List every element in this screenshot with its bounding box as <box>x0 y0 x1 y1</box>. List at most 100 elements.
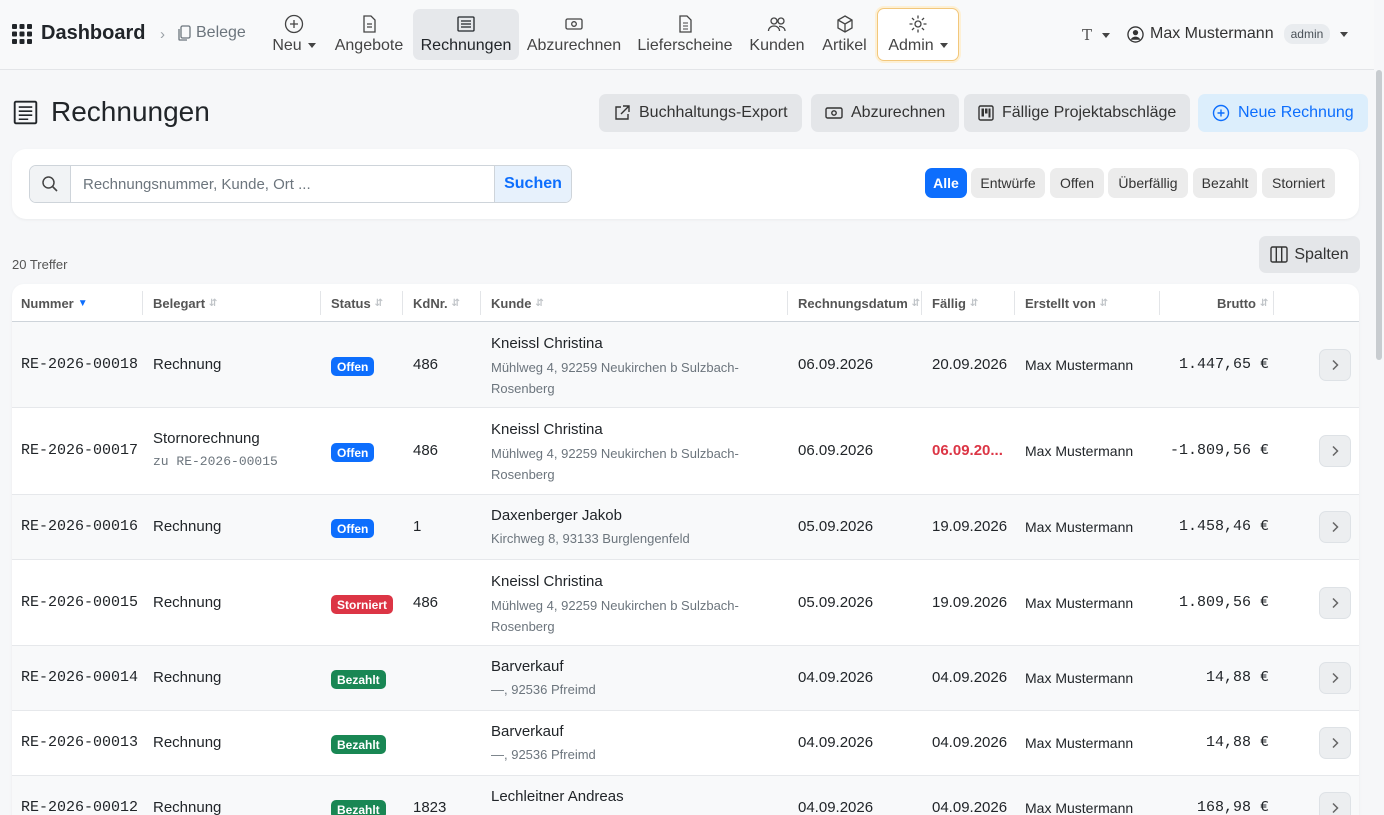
external-link-icon <box>615 105 630 120</box>
cell-erstellt: Max Mustermann <box>1025 595 1134 611</box>
row-open-button[interactable] <box>1319 662 1351 694</box>
nav-neu[interactable]: Neu <box>263 9 325 60</box>
column-divider <box>921 291 922 315</box>
header-erstellt-label: Erstellt von <box>1025 295 1096 311</box>
header-status[interactable]: Status ⇵ <box>331 284 383 322</box>
cell-nummer: RE-2026-00012 <box>21 799 139 815</box>
status-badge: Bezahlt <box>331 735 386 754</box>
header-brutto[interactable]: Brutto ⇵ <box>1217 284 1268 322</box>
row-open-button[interactable] <box>1319 792 1351 815</box>
chevron-right-icon <box>1332 445 1339 457</box>
table-row[interactable]: RE-2026-00013 Rechnung Bezahlt Barverkau… <box>12 711 1359 776</box>
cell-brutto: 1.458,46 € <box>1178 518 1269 535</box>
cell-belegart: Stornorechnung <box>153 430 260 447</box>
header-kdnr-label: KdNr. <box>413 295 448 311</box>
nav-angebote[interactable]: Angebote <box>329 9 409 60</box>
cell-faellig: 19.09.2026 <box>932 518 1008 535</box>
plus-circle-icon <box>1212 104 1230 122</box>
table-row[interactable]: RE-2026-00017 Stornorechnung zu RE-2026-… <box>12 408 1359 495</box>
document-copy-icon <box>178 25 191 41</box>
brand-link[interactable]: Dashboard <box>12 22 145 45</box>
caret-down-icon <box>939 43 948 49</box>
nav-abzurechnen-label: Abzurechnen <box>526 37 622 54</box>
receipt-icon <box>457 16 475 32</box>
cell-kdnr: 1823 <box>413 799 447 815</box>
header-datum[interactable]: Rechnungsdatum ⇵ <box>798 284 920 322</box>
cell-kdnr: 486 <box>413 442 439 459</box>
header-kunde-label: Kunde <box>491 295 532 311</box>
filter-alle[interactable]: Alle <box>925 168 967 198</box>
table-row[interactable]: RE-2026-00016 Rechnung Offen 1 Daxenberg… <box>12 495 1359 560</box>
cell-datum: 04.09.2026 <box>798 734 874 751</box>
cell-nummer: RE-2026-00013 <box>21 734 139 751</box>
column-divider <box>320 291 321 315</box>
cell-nummer: RE-2026-00017 <box>21 442 139 459</box>
nav-kunden[interactable]: Kunden <box>744 9 810 60</box>
table-row[interactable]: RE-2026-00015 Rechnung Storniert 486 Kne… <box>12 560 1359 646</box>
nav-lieferscheine-label: Lieferscheine <box>637 37 733 54</box>
faellige-button-label: Fällige Projektabschläge <box>1002 104 1177 121</box>
cell-brutto: 1.809,56 € <box>1178 594 1269 611</box>
column-divider <box>1273 291 1274 315</box>
cell-kunde: Kneissl Christina <box>491 335 603 352</box>
cell-faellig-overdue: 06.09.20... <box>932 442 1003 459</box>
table-row[interactable]: RE-2026-00018 Rechnung Offen 486 Kneissl… <box>12 322 1359 408</box>
cell-kunde: Barverkauf <box>491 658 564 675</box>
status-badge: Offen <box>331 357 375 376</box>
nav-artikel[interactable]: Artikel <box>816 9 873 60</box>
user-name: Max Mustermann <box>1150 25 1274 42</box>
cash-icon <box>825 107 843 119</box>
page-title-label: Rechnungen <box>51 96 210 127</box>
row-open-button[interactable] <box>1319 727 1351 759</box>
cell-brutto: 14,88 € <box>1205 734 1269 751</box>
new-invoice-button[interactable]: Neue Rechnung <box>1198 94 1368 132</box>
chevron-right-icon <box>1332 802 1339 814</box>
invoice-table: Nummer ▼ Belegart ⇵ Status ⇵ KdNr. ⇵ Kunde ⇵ … <box>12 284 1359 815</box>
user-menu[interactable]: Max Mustermann admin <box>1127 24 1349 44</box>
abzurechnen-button[interactable]: Abzurechnen <box>811 94 960 132</box>
filter-storniert[interactable]: Storniert <box>1262 168 1335 198</box>
export-button[interactable]: Buchhaltungs-Export <box>599 94 802 132</box>
header-faellig[interactable]: Fällig ⇵ <box>932 284 978 322</box>
table-row[interactable]: RE-2026-00014 Rechnung Bezahlt Barverkau… <box>12 646 1359 711</box>
cell-kunde: Kneissl Christina <box>491 573 603 590</box>
page-scrollbar[interactable] <box>1376 70 1382 360</box>
nav-lieferscheine[interactable]: Lieferscheine <box>633 9 737 60</box>
cell-belegart-sub: zu RE-2026-00015 <box>153 454 278 469</box>
nav-abzurechnen[interactable]: Abzurechnen <box>522 9 626 60</box>
header-nummer-label: Nummer <box>21 295 74 311</box>
row-open-button[interactable] <box>1319 349 1351 381</box>
header-erstellt[interactable]: Erstellt von ⇵ <box>1025 284 1108 322</box>
header-belegart[interactable]: Belegart ⇵ <box>153 284 217 322</box>
header-kdnr[interactable]: KdNr. ⇵ <box>413 284 460 322</box>
row-open-button[interactable] <box>1319 435 1351 467</box>
cell-kdnr: 486 <box>413 594 439 611</box>
cell-datum: 06.09.2026 <box>798 356 874 373</box>
status-badge: Offen <box>331 519 375 538</box>
search-button[interactable]: Suchen <box>494 166 571 202</box>
nav-rechnungen[interactable]: Rechnungen <box>413 9 519 60</box>
file-text-icon <box>363 15 376 33</box>
sort-icon: ⇵ <box>1260 297 1269 309</box>
nav-neu-label: Neu <box>272 37 302 54</box>
language-switcher[interactable]: T <box>1082 26 1111 44</box>
filter-ueberfaellig[interactable]: Überfällig <box>1108 168 1188 198</box>
columns-button[interactable]: Spalten <box>1259 236 1360 273</box>
search-input[interactable] <box>71 166 494 202</box>
faellige-button[interactable]: Fällige Projektabschläge <box>964 94 1191 132</box>
filter-bezahlt[interactable]: Bezahlt <box>1193 168 1257 198</box>
nav-admin[interactable]: Admin <box>877 8 959 61</box>
header-nummer[interactable]: Nummer ▼ <box>21 284 88 322</box>
box-icon <box>836 15 853 33</box>
filter-offen[interactable]: Offen <box>1050 168 1104 198</box>
cell-adresse: Mühlweg 4, 92259 Neukirchen b Sulzbach-R… <box>491 360 739 396</box>
breadcrumb-belege[interactable]: Belege <box>178 24 246 42</box>
row-open-button[interactable] <box>1319 511 1351 543</box>
row-open-button[interactable] <box>1319 587 1351 619</box>
table-row[interactable]: RE-2026-00012 Rechnung Bezahlt 1823 Lech… <box>12 776 1359 815</box>
header-kunde[interactable]: Kunde ⇵ <box>491 284 544 322</box>
table-header: Nummer ▼ Belegart ⇵ Status ⇵ KdNr. ⇵ Kunde ⇵ … <box>12 284 1359 322</box>
filter-entwuerfe[interactable]: Entwürfe <box>971 168 1045 198</box>
nav-admin-label: Admin <box>888 37 934 54</box>
column-divider <box>142 291 143 315</box>
